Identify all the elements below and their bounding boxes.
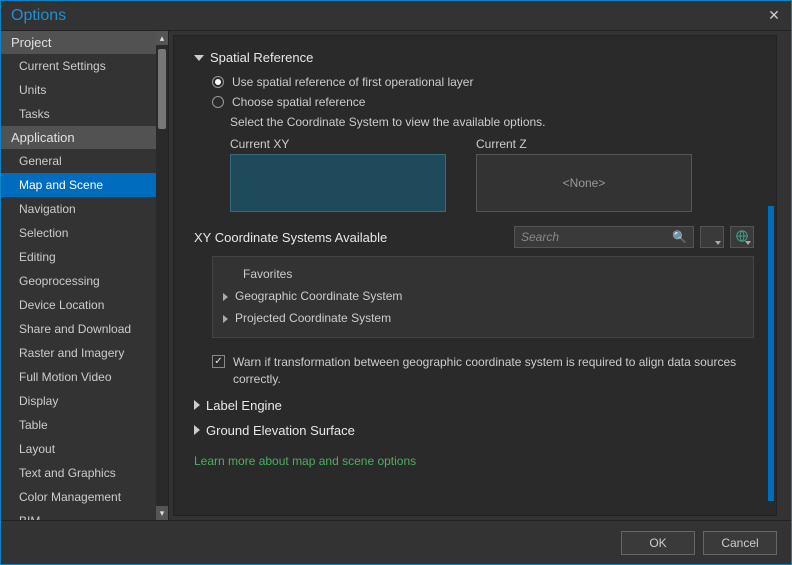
dialog-body: ProjectCurrent SettingsUnitsTasksApplica…	[1, 31, 791, 520]
sidebar-item-general[interactable]: General	[1, 149, 156, 173]
current-z-box[interactable]: <None>	[476, 154, 692, 212]
sidebar-item-display[interactable]: Display	[1, 389, 156, 413]
current-xy-box[interactable]	[230, 154, 446, 212]
tree-gcs[interactable]: Geographic Coordinate System	[223, 285, 743, 307]
cancel-button[interactable]: Cancel	[703, 531, 777, 555]
ok-button[interactable]: OK	[621, 531, 695, 555]
radio-label: Choose spatial reference	[232, 95, 365, 109]
scroll-thumb[interactable]	[158, 49, 166, 129]
close-icon[interactable]: ✕	[765, 7, 783, 24]
warn-label: Warn if transformation between geographi…	[233, 354, 754, 388]
sidebar-item-text-and-graphics[interactable]: Text and Graphics	[1, 461, 156, 485]
caret-right-icon	[194, 400, 200, 410]
scroll-down-icon[interactable]: ▾	[156, 506, 168, 520]
current-z-value: <None>	[563, 176, 606, 190]
titlebar: Options ✕	[1, 1, 791, 31]
learn-more-link[interactable]: Learn more about map and scene options	[194, 454, 416, 468]
available-systems-label: XY Coordinate Systems Available	[194, 230, 508, 245]
scroll-thumb[interactable]	[768, 206, 774, 501]
search-placeholder: Search	[521, 230, 672, 244]
sidebar-scrollbar[interactable]: ▴ ▾	[156, 31, 168, 520]
current-coord-row: Current XY Current Z <None>	[230, 137, 754, 212]
current-z-column: Current Z <None>	[476, 137, 692, 212]
sidebar-item-units[interactable]: Units	[1, 78, 156, 102]
main-panel: Spatial Reference Use spatial reference …	[169, 31, 791, 520]
sidebar: ProjectCurrent SettingsUnitsTasksApplica…	[1, 31, 169, 520]
filter-button[interactable]	[700, 226, 724, 248]
sidebar-item-raster-and-imagery[interactable]: Raster and Imagery	[1, 341, 156, 365]
checkbox-icon: ✓	[212, 355, 225, 368]
sidebar-item-full-motion-video[interactable]: Full Motion Video	[1, 365, 156, 389]
section-ground-elevation[interactable]: Ground Elevation Surface	[194, 423, 754, 438]
radio-use-first-layer[interactable]: Use spatial reference of first operation…	[212, 75, 754, 89]
sidebar-group-header[interactable]: Application	[1, 126, 156, 149]
sidebar-item-editing[interactable]: Editing	[1, 245, 156, 269]
main-content: Spatial Reference Use spatial reference …	[173, 35, 777, 516]
helper-text: Select the Coordinate System to view the…	[230, 115, 754, 129]
scroll-up-icon[interactable]: ▴	[156, 31, 168, 45]
sidebar-item-layout[interactable]: Layout	[1, 437, 156, 461]
sidebar-item-tasks[interactable]: Tasks	[1, 102, 156, 126]
dialog-title: Options	[11, 7, 66, 25]
radio-label: Use spatial reference of first operation…	[232, 75, 473, 89]
caret-down-icon	[194, 55, 204, 61]
sidebar-item-selection[interactable]: Selection	[1, 221, 156, 245]
tree-pcs[interactable]: Projected Coordinate System	[223, 307, 743, 329]
warn-checkbox-row[interactable]: ✓ Warn if transformation between geograp…	[212, 354, 754, 388]
chevron-down-icon	[745, 241, 751, 245]
sidebar-item-navigation[interactable]: Navigation	[1, 197, 156, 221]
section-title: Ground Elevation Surface	[206, 423, 355, 438]
current-z-label: Current Z	[476, 137, 692, 151]
sidebar-group-header[interactable]: Project	[1, 31, 156, 54]
sidebar-item-table[interactable]: Table	[1, 413, 156, 437]
current-xy-column: Current XY	[230, 137, 446, 212]
radio-icon	[212, 96, 224, 108]
sidebar-item-share-and-download[interactable]: Share and Download	[1, 317, 156, 341]
sidebar-item-map-and-scene[interactable]: Map and Scene	[1, 173, 156, 197]
section-spatial-reference[interactable]: Spatial Reference	[194, 50, 754, 65]
radio-choose-spatial-ref[interactable]: Choose spatial reference	[212, 95, 754, 109]
radio-icon	[212, 76, 224, 88]
section-title: Spatial Reference	[210, 50, 313, 65]
sidebar-item-color-management[interactable]: Color Management	[1, 485, 156, 509]
search-icon: 🔍	[672, 230, 687, 244]
main-scrollbar[interactable]	[766, 36, 776, 515]
button-bar: OK Cancel	[1, 520, 791, 564]
caret-right-icon	[194, 425, 200, 435]
sidebar-item-current-settings[interactable]: Current Settings	[1, 54, 156, 78]
available-systems-row: XY Coordinate Systems Available Search 🔍	[194, 226, 754, 248]
sidebar-item-bim[interactable]: BIM	[1, 509, 156, 520]
current-xy-label: Current XY	[230, 137, 446, 151]
coord-systems-tree[interactable]: Favorites Geographic Coordinate System P…	[212, 256, 754, 338]
tree-favorites[interactable]: Favorites	[223, 263, 743, 285]
sidebar-item-geoprocessing[interactable]: Geoprocessing	[1, 269, 156, 293]
globe-button[interactable]	[730, 226, 754, 248]
section-title: Label Engine	[206, 398, 282, 413]
options-dialog: Options ✕ ProjectCurrent SettingsUnitsTa…	[0, 0, 792, 565]
sidebar-item-device-location[interactable]: Device Location	[1, 293, 156, 317]
section-label-engine[interactable]: Label Engine	[194, 398, 754, 413]
chevron-down-icon	[715, 241, 721, 245]
search-input[interactable]: Search 🔍	[514, 226, 694, 248]
